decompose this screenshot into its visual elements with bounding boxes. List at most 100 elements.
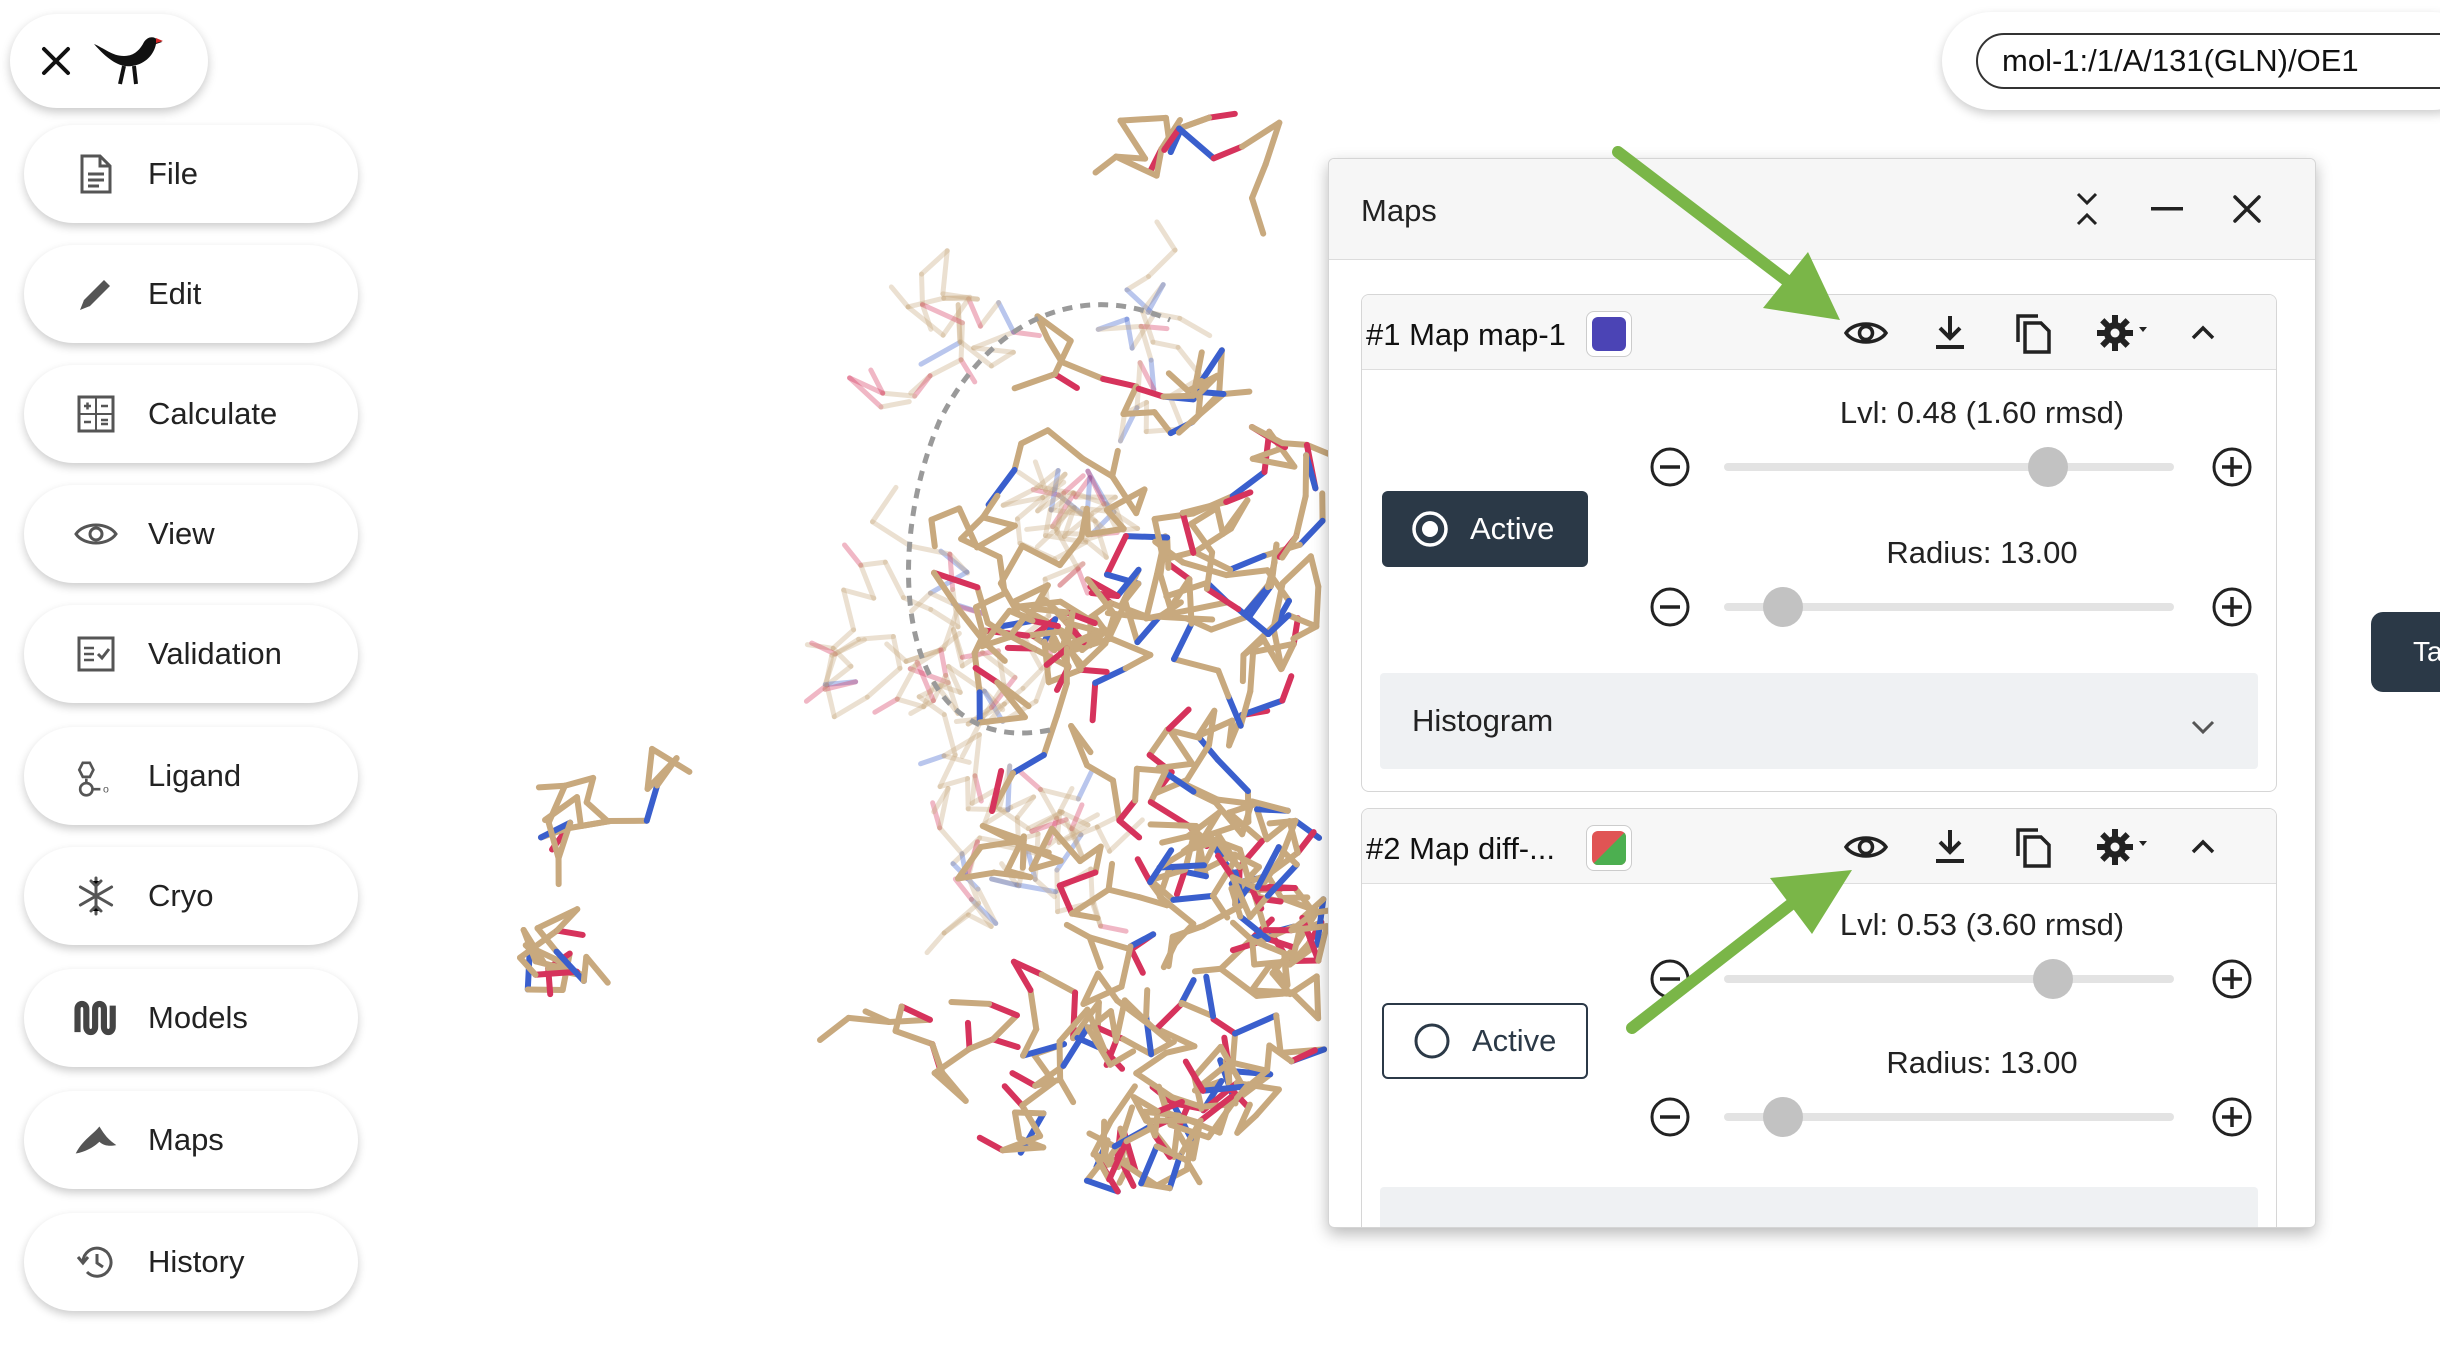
copy-icon[interactable] [2010, 824, 2056, 870]
bond-stick [1253, 1086, 1282, 1119]
menu-item-calculate[interactable]: Calculate [24, 365, 358, 463]
bond-stick [1170, 620, 1195, 663]
menu-item-maps[interactable]: Maps [24, 1091, 358, 1189]
level-slider[interactable] [1724, 447, 2174, 487]
menu-item-label: Validation [148, 636, 282, 671]
bond-stick [1210, 143, 1246, 162]
bond-stick [1075, 769, 1094, 802]
bond-stick [977, 300, 1002, 329]
bond-stick [1296, 517, 1326, 548]
bird-logo-icon [90, 30, 164, 93]
map-color-swatch[interactable] [1586, 311, 1632, 357]
menu-item-view[interactable]: View [24, 485, 358, 583]
increase-radius-icon[interactable] [2210, 585, 2254, 629]
decrease-radius-icon[interactable] [1648, 585, 1692, 629]
settings-gear-icon[interactable] [2092, 824, 2162, 870]
decrease-level-icon[interactable] [1648, 957, 1692, 1001]
increase-level-icon[interactable] [2210, 445, 2254, 489]
bond-stick [931, 1070, 969, 1104]
bond-stick [958, 320, 965, 363]
download-icon[interactable] [1927, 824, 1973, 870]
bond-stick [1165, 370, 1192, 394]
level-slider-thumb[interactable] [2032, 959, 2073, 999]
download-icon[interactable] [1927, 310, 1973, 356]
eye-icon[interactable] [1843, 824, 1889, 870]
menu-item-history[interactable]: History [24, 1213, 358, 1311]
maps-panel-body[interactable]: #1 Map map-1 Active Lvl: 0.48 (1.60 rmsd… [1329, 260, 2315, 1227]
bond-stick [1133, 1070, 1176, 1101]
bond-stick [1307, 553, 1322, 590]
bond-stick [1009, 1070, 1039, 1089]
bond-stick [1165, 933, 1176, 970]
bond-stick [831, 694, 870, 720]
level-slider[interactable] [1724, 959, 2174, 999]
chevron-up-icon[interactable] [2180, 824, 2226, 870]
settings-gear-icon[interactable] [2092, 310, 2162, 356]
bond-stick [1109, 447, 1121, 480]
menu-item-ligand[interactable]: o Ligand [24, 727, 358, 825]
active-map-button[interactable]: Active [1382, 1003, 1588, 1079]
bond-stick [996, 300, 1017, 335]
radius-slider[interactable] [1724, 587, 2174, 627]
bond-stick [583, 799, 611, 824]
eye-icon [74, 512, 118, 556]
chevron-up-icon[interactable] [2180, 310, 2226, 356]
bond-stick [1057, 785, 1075, 814]
pencil-icon [74, 272, 118, 316]
bond-stick [1083, 505, 1092, 538]
maps-panel: Maps #1 Map map-1 Active Lvl: 0.48 (1.60… [1328, 158, 2316, 1228]
bond-stick [864, 665, 903, 700]
level-slider-thumb[interactable] [2028, 447, 2068, 487]
maps-panel-header[interactable]: Maps [1329, 159, 2315, 260]
bond-stick [1058, 359, 1107, 382]
app-logo-pill [10, 14, 208, 108]
bond-stick [1214, 504, 1226, 537]
bond-stick [1120, 409, 1158, 418]
histogram-accordion[interactable]: Histogram [1380, 673, 2258, 769]
active-map-button[interactable]: Active [1382, 491, 1588, 567]
bond-stick [1095, 323, 1144, 332]
increase-radius-icon[interactable] [2210, 1095, 2254, 1139]
bond-stick [966, 296, 983, 329]
menu-item-edit[interactable]: Edit [24, 245, 358, 343]
bond-stick [941, 712, 958, 758]
menu-item-label: File [148, 156, 198, 191]
menu-item-cryo[interactable]: Cryo [24, 847, 358, 945]
bond-stick [1133, 765, 1169, 775]
menu-item-models[interactable]: Models [24, 969, 358, 1067]
edge-tab-button[interactable]: Ta [2371, 612, 2440, 692]
atom-selection-pill [1942, 12, 2440, 110]
bond-stick [1121, 1104, 1136, 1136]
increase-level-icon[interactable] [2210, 957, 2254, 1001]
bond-stick [1118, 943, 1134, 990]
map-color-swatch[interactable] [1586, 825, 1632, 871]
radius-slider-thumb[interactable] [1762, 1097, 1803, 1137]
menu-item-file[interactable]: File [24, 125, 358, 223]
histogram-accordion[interactable] [1380, 1187, 2258, 1227]
decrease-level-icon[interactable] [1648, 445, 1692, 489]
radius-slider-thumb[interactable] [1762, 587, 1803, 627]
radius-slider[interactable] [1724, 1097, 2174, 1137]
bond-stick [1145, 247, 1178, 280]
minimize-icon[interactable] [2145, 187, 2189, 231]
bond-stick [858, 559, 888, 568]
active-label: Active [1472, 1023, 1557, 1058]
map-card-header: #1 Map map-1 [1362, 295, 2276, 370]
collapse-panel-icon[interactable] [2065, 187, 2109, 231]
atom-selection-input[interactable] [1976, 33, 2440, 89]
decrease-radius-icon[interactable] [1648, 1095, 1692, 1139]
close-icon[interactable] [40, 45, 72, 77]
bond-stick [928, 516, 938, 550]
radio-checked-icon [1412, 511, 1448, 547]
eye-icon[interactable] [1843, 310, 1889, 356]
menu-item-validation[interactable]: Validation [24, 605, 358, 703]
copy-icon[interactable] [2010, 310, 2056, 356]
map-title: #1 Map map-1 [1366, 317, 1566, 352]
close-panel-icon[interactable] [2225, 187, 2269, 231]
bond-stick [1018, 769, 1044, 793]
bond-stick [938, 647, 949, 678]
bond-stick [1117, 114, 1169, 124]
bond-stick [1056, 1038, 1064, 1083]
bond-stick [927, 357, 964, 379]
bond-stick [928, 505, 963, 523]
